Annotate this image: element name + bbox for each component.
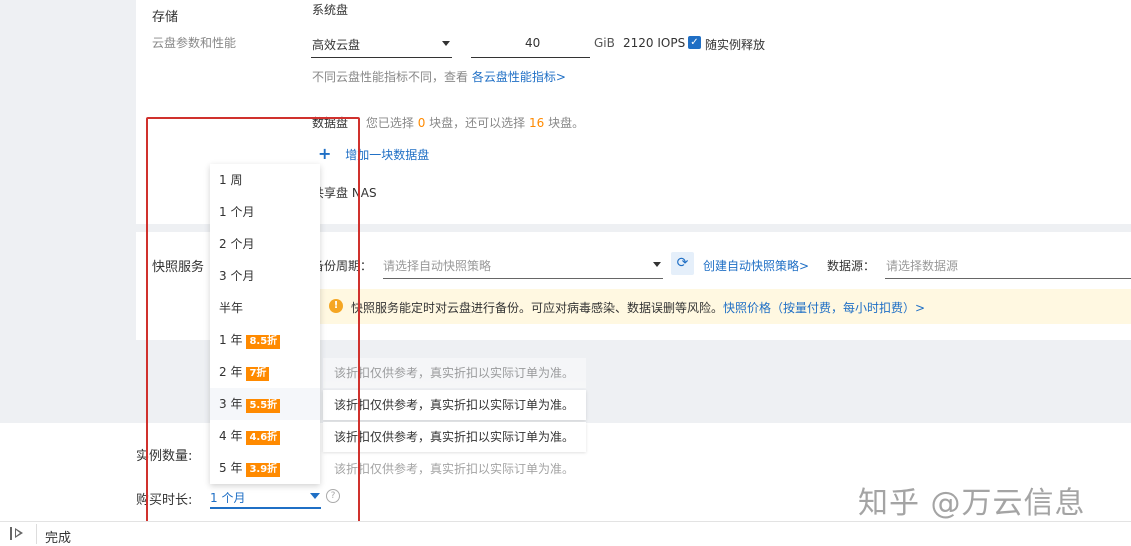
storage-sub-label: 云盘参数和性能 <box>152 36 237 50</box>
disk-type-value: 高效云盘 <box>312 38 361 52</box>
snapshot-policy-placeholder: 请选择自动快照策略 <box>383 259 492 273</box>
data-disk-note-a: 您已选择 <box>365 116 414 130</box>
data-disk-note-b: 块盘，还可以选择 <box>429 116 526 130</box>
release-label: 随实例释放 <box>705 38 766 52</box>
create-policy-link[interactable]: 创建自动快照策略> <box>703 257 809 274</box>
storage-section-label: 存储 <box>152 10 179 25</box>
discount-tip: 该折扣仅供参考，真实折扣以实际订单为准。 <box>323 454 586 484</box>
perf-link[interactable]: 各云盘性能指标> <box>472 70 566 84</box>
status-divider <box>36 524 37 544</box>
perf-note-text: 不同云盘性能指标不同，查看 <box>312 70 469 84</box>
status-text: 完成 <box>45 531 72 546</box>
notice-text: 快照服务能定时对云盘进行备份。可应对病毒感染、数据误删等风险。 <box>351 301 724 315</box>
perf-note: 不同云盘性能指标不同，查看 各云盘性能指标> <box>312 68 566 85</box>
data-disk-note-c: 块盘。 <box>548 116 585 130</box>
disk-size-value: 40 <box>525 36 541 50</box>
system-disk-label: 系统盘 <box>312 3 349 17</box>
page-icon <box>10 527 25 540</box>
snapshot-notice: ! 快照服务能定时对云盘进行备份。可应对病毒感染、数据误删等风险。 快照价格（按… <box>318 289 1131 324</box>
watermark: 知乎 @万云信息 <box>858 486 1086 521</box>
disk-size-input[interactable]: 40 <box>471 32 590 58</box>
snapshot-policy-select[interactable]: 请选择自动快照策略 <box>383 252 663 279</box>
datasource-placeholder: 请选择数据源 <box>886 259 959 273</box>
discount-tip: 该折扣仅供参考，真实折扣以实际订单为准。 <box>323 390 586 420</box>
refresh-icon[interactable]: ⟳ <box>671 252 694 275</box>
highlight-frame <box>146 117 360 543</box>
disk-iops: 2120 IOPS <box>623 36 686 50</box>
snapshot-price-link[interactable]: 快照价格（按量付费，每小时扣费）> <box>723 299 925 316</box>
discount-tip: 该折扣仅供参考，真实折扣以实际订单为准。 <box>323 358 586 388</box>
datasource-label: 数据源： <box>827 259 876 273</box>
caret-down-icon <box>442 41 450 46</box>
status-bar: 完成 <box>0 521 1131 546</box>
release-checkbox[interactable]: ✓ <box>688 36 701 49</box>
disk-type-select[interactable]: 高效云盘 <box>311 32 452 58</box>
data-disk-remaining-count: 16 <box>529 116 545 130</box>
caret-down-icon <box>653 262 661 267</box>
disk-unit: GiB <box>594 36 615 50</box>
datasource-select[interactable]: 请选择数据源 <box>885 252 1131 279</box>
data-disk-selected-count: 0 <box>417 116 426 130</box>
discount-tip: 该折扣仅供参考，真实折扣以实际订单为准。 <box>323 422 586 452</box>
